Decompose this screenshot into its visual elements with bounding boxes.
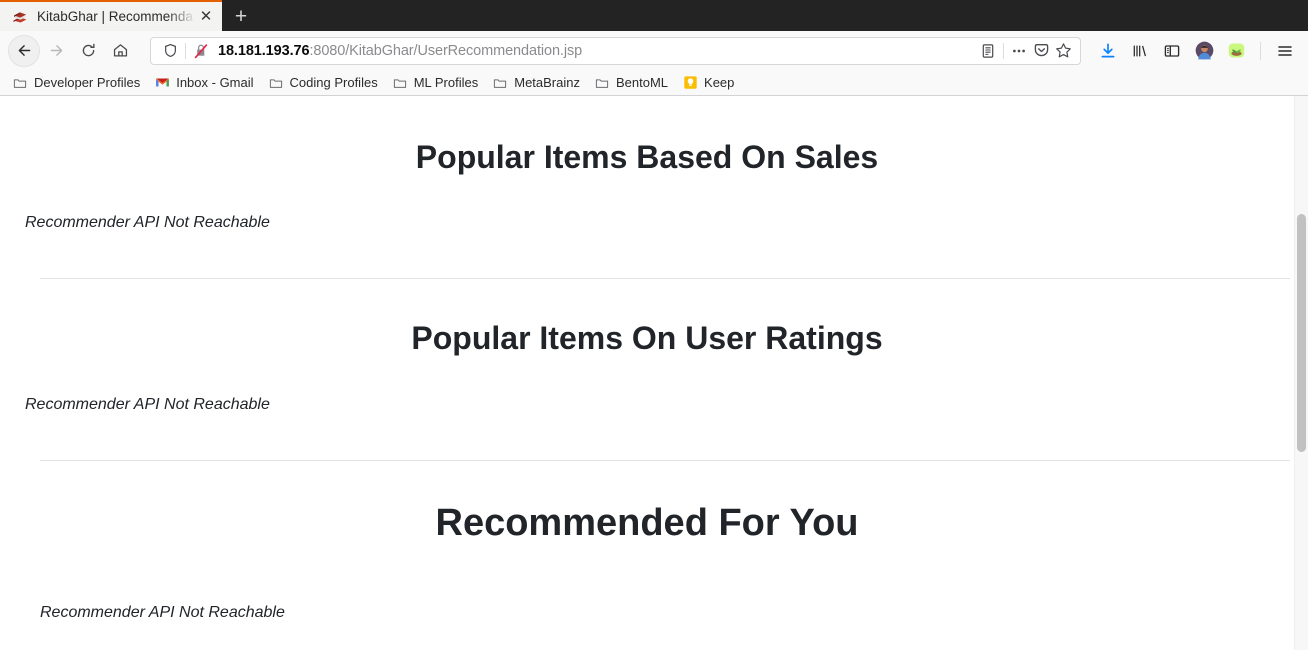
keep-icon [682, 75, 698, 91]
bookmark-inbox-gmail[interactable]: Inbox - Gmail [148, 73, 259, 93]
folder-icon [492, 75, 508, 91]
navigation-toolbar: 18.181.193.76:8080/KitabGhar/UserRecomme… [0, 31, 1308, 70]
tab-strip: KitabGhar | Recommenda ✕ + [0, 0, 1308, 31]
section-popular-sales: Popular Items Based On Sales Recommender… [0, 96, 1294, 280]
bookmark-label: BentoML [615, 75, 669, 90]
url-bar[interactable]: 18.181.193.76:8080/KitabGhar/UserRecomme… [150, 36, 1081, 65]
section-popular-ratings: Popular Items On User Ratings Recommende… [0, 279, 1294, 461]
insecure-connection-icon[interactable] [190, 41, 212, 61]
browser-toolbar-actions [1093, 36, 1300, 66]
books-favicon [12, 9, 28, 25]
folder-icon [12, 75, 28, 91]
section-title: Popular Items Based On Sales [415, 139, 879, 175]
section-message: Recommender API Not Reachable [25, 214, 270, 232]
section-message: Recommender API Not Reachable [40, 603, 285, 621]
extension-icon[interactable] [1221, 36, 1251, 66]
pocket-icon[interactable] [1030, 41, 1052, 61]
tab-title: KitabGhar | Recommenda [37, 9, 193, 24]
bookmark-coding-profiles[interactable]: Coding Profiles [262, 73, 384, 93]
bookmark-label: Inbox - Gmail [176, 75, 254, 90]
url-bar-actions [977, 41, 1074, 61]
section-message: Recommender API Not Reachable [25, 395, 270, 413]
section-recommended-for-you: Recommended For You Recommender API Not … [0, 461, 1294, 650]
section-title: Popular Items On User Ratings [411, 320, 883, 357]
scrollbar-thumb[interactable] [1297, 214, 1306, 452]
vertical-scrollbar[interactable] [1294, 96, 1308, 650]
browser-tab-active[interactable]: KitabGhar | Recommenda ✕ [0, 0, 222, 31]
reload-icon[interactable] [72, 35, 104, 67]
tracking-protection-shield-icon[interactable] [159, 41, 181, 61]
bookmark-bentoml[interactable]: BentoML [588, 73, 674, 93]
page-viewport: Popular Items Based On Sales Recommender… [0, 96, 1308, 650]
hamburger-menu-icon[interactable] [1270, 36, 1300, 66]
section-title: Recommended For You [435, 501, 859, 544]
recommendation-page: Popular Items Based On Sales Recommender… [0, 96, 1294, 650]
folder-icon [392, 75, 408, 91]
back-arrow-icon[interactable] [8, 34, 40, 67]
bookmark-label: Developer Profiles [34, 75, 141, 90]
home-icon[interactable] [104, 35, 136, 67]
url-host: 18.181.193.76 [218, 42, 310, 59]
new-tab-button[interactable]: + [222, 2, 260, 31]
library-icon[interactable] [1125, 36, 1155, 66]
bookmark-label: ML Profiles [413, 75, 479, 90]
gmail-icon [154, 75, 170, 91]
folder-icon [594, 75, 610, 91]
bookmark-keep[interactable]: Keep [676, 73, 740, 93]
page-actions-ellipsis-icon[interactable] [1008, 41, 1030, 61]
folder-icon [268, 75, 284, 91]
bookmark-label: Coding Profiles [289, 75, 378, 90]
close-icon[interactable]: ✕ [196, 7, 216, 27]
url-action-divider [1003, 42, 1004, 59]
forward-arrow-icon [40, 35, 72, 67]
bookmarks-bar: Developer Profiles Inbox - Gmail Coding … [0, 70, 1308, 96]
bookmark-label: MetaBrainz [514, 75, 580, 90]
browser-window: KitabGhar | Recommenda ✕ + 18.181.193.76… [0, 0, 1308, 650]
bookmark-ml-profiles[interactable]: ML Profiles [386, 73, 485, 93]
bookmark-star-icon[interactable] [1052, 41, 1074, 61]
sidebar-toggle-icon[interactable] [1157, 36, 1187, 66]
toolbar-divider [1260, 41, 1261, 60]
bookmark-label: Keep [704, 75, 735, 90]
downloads-arrow-icon[interactable] [1093, 36, 1123, 66]
url-divider [185, 42, 186, 59]
url-text[interactable]: 18.181.193.76:8080/KitabGhar/UserRecomme… [212, 43, 977, 59]
reader-view-icon[interactable] [977, 41, 999, 61]
url-path: :8080/KitabGhar/UserRecommendation.jsp [309, 42, 583, 59]
bookmark-developer-profiles[interactable]: Developer Profiles [6, 73, 146, 93]
bookmark-metabrainz[interactable]: MetaBrainz [486, 73, 586, 93]
account-avatar-icon[interactable] [1189, 36, 1219, 66]
